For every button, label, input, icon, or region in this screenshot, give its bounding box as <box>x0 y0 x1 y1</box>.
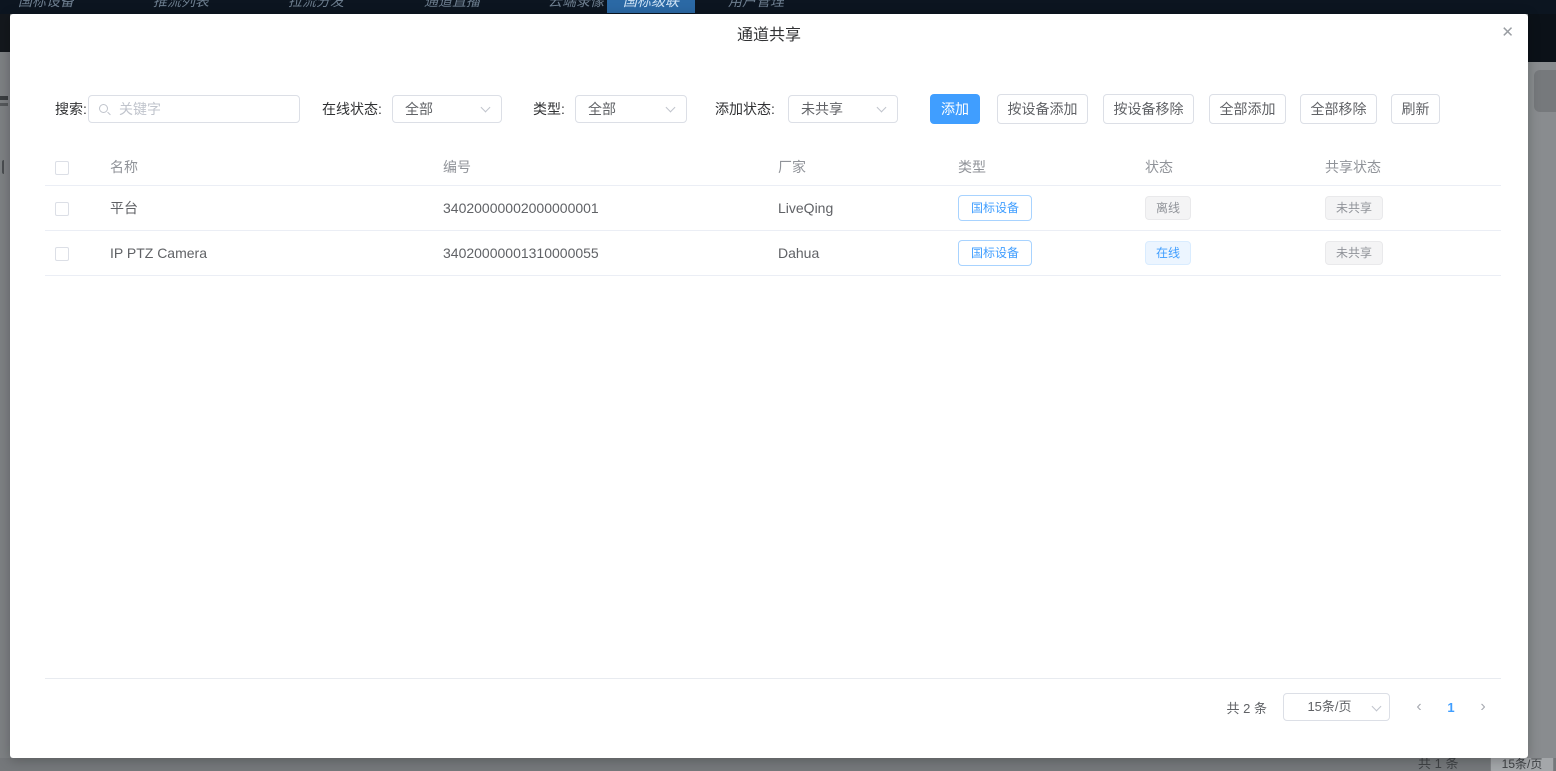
cell-code: 34020000001310000055 <box>433 245 768 261</box>
total-count: 共 2 条 <box>1227 698 1267 717</box>
background-nav-bar: 国标设备 推流列表 拉流分发 通道直播 云端录像 国标级联 用户管理 <box>0 0 1556 14</box>
cell-share: 未共享 <box>1315 196 1501 220</box>
backdrop-fragment <box>0 96 8 100</box>
backdrop-total-count: 共 1 条 <box>1418 758 1458 771</box>
search-label: 搜索: <box>55 94 87 124</box>
type-select[interactable]: 全部 <box>575 95 687 123</box>
search-icon <box>99 104 108 113</box>
online-status-label: 在线状态: <box>322 94 382 124</box>
row-select-cell <box>45 200 100 216</box>
cell-type: 国标设备 <box>948 240 1135 266</box>
table-row: 平台 34020000002000000001 LiveQing 国标设备 离线… <box>45 186 1501 231</box>
page-size-value: 15条/页 <box>1307 694 1351 720</box>
backdrop-page-size: 15条/页 <box>1490 758 1554 771</box>
cell-type: 国标设备 <box>948 195 1135 221</box>
table-header-row: 名称 编号 厂家 类型 状态 共享状态 <box>45 148 1501 186</box>
nav-tab-label: 用户管理 <box>728 0 784 11</box>
add-status-select[interactable]: 未共享 <box>788 95 898 123</box>
type-label: 类型: <box>533 94 565 124</box>
select-all-cell <box>45 158 100 174</box>
row-select-cell <box>45 245 100 261</box>
add-button[interactable]: 添加 <box>930 94 980 124</box>
nav-tab-label: 推流列表 <box>153 0 209 11</box>
backdrop-left-strip <box>0 14 10 758</box>
nav-tab[interactable]: 拉流分发 <box>288 0 344 14</box>
nav-tab-label: 云端录像 <box>548 0 604 11</box>
backdrop-fragment <box>1534 70 1556 112</box>
backdrop-bottom-strip: 共 1 条 15条/页 <box>0 758 1556 771</box>
status-badge: 在线 <box>1145 241 1191 265</box>
select-all-checkbox[interactable] <box>55 161 69 175</box>
share-status-badge: 未共享 <box>1325 241 1383 265</box>
backdrop-fragment <box>1528 14 1556 62</box>
nav-tab-label: 国标设备 <box>18 0 74 11</box>
nav-tab-label: 国标级联 <box>623 0 679 11</box>
nav-tab-label: 通道直播 <box>424 0 480 11</box>
page-size-select[interactable]: 15条/页 <box>1283 693 1390 721</box>
row-checkbox[interactable] <box>55 247 69 261</box>
row-checkbox[interactable] <box>55 202 69 216</box>
type-badge: 国标设备 <box>958 195 1032 221</box>
add-by-device-button[interactable]: 按设备添加 <box>997 94 1088 124</box>
next-page-icon[interactable]: › <box>1466 698 1500 716</box>
add-status-label: 添加状态: <box>715 94 775 124</box>
cell-name: IP PTZ Camera <box>100 245 433 261</box>
close-icon[interactable]: ✕ <box>1501 23 1514 43</box>
filter-toolbar: 搜索: 在线状态: 全部 类型: 全部 添加状态: 未共享 添加 按设备添加 按… <box>10 94 1528 124</box>
search-input-wrap <box>88 95 300 123</box>
col-header-share: 共享状态 <box>1315 157 1501 177</box>
refresh-button[interactable]: 刷新 <box>1391 94 1440 124</box>
nav-tab-label: 拉流分发 <box>288 0 344 11</box>
backdrop-fragment <box>0 103 8 106</box>
search-input[interactable] <box>89 96 299 122</box>
backdrop-right-strip <box>1528 14 1556 758</box>
col-header-vendor: 厂家 <box>768 157 948 177</box>
nav-tab[interactable]: 推流列表 <box>153 0 209 14</box>
nav-tab[interactable]: 用户管理 <box>728 0 784 14</box>
cell-status: 在线 <box>1135 241 1315 265</box>
type-badge: 国标设备 <box>958 240 1032 266</box>
cell-share: 未共享 <box>1315 241 1501 265</box>
col-header-name: 名称 <box>100 157 433 177</box>
backdrop-fragment <box>0 14 10 52</box>
col-header-code: 编号 <box>433 157 768 177</box>
remove-all-button[interactable]: 全部移除 <box>1300 94 1377 124</box>
backdrop-pagination-fragment: 共 1 条 15条/页 <box>1408 758 1556 771</box>
status-badge: 离线 <box>1145 196 1191 220</box>
online-status-select[interactable]: 全部 <box>392 95 502 123</box>
prev-page-icon[interactable]: ‹ <box>1402 698 1436 716</box>
chevron-down-icon <box>1372 702 1382 712</box>
cell-vendor: Dahua <box>768 245 948 261</box>
cell-vendor: LiveQing <box>768 200 948 216</box>
cell-name: 平台 <box>100 198 433 218</box>
dialog-title: 通道共享 <box>10 26 1528 46</box>
channel-share-dialog: 通道共享 ✕ 搜索: 在线状态: 全部 类型: 全部 添加状态: 未共享 添加 … <box>10 14 1528 758</box>
share-status-badge: 未共享 <box>1325 196 1383 220</box>
remove-by-device-button[interactable]: 按设备移除 <box>1103 94 1194 124</box>
nav-tab[interactable]: 云端录像 <box>548 0 604 14</box>
page-number[interactable]: 1 <box>1436 700 1466 715</box>
cell-code: 34020000002000000001 <box>433 200 768 216</box>
nav-tab[interactable]: 通道直播 <box>424 0 480 14</box>
pagination: 共 2 条 15条/页 ‹ 1 › <box>1227 679 1500 735</box>
cell-status: 离线 <box>1135 196 1315 220</box>
nav-tab[interactable]: 国标设备 <box>18 0 74 14</box>
backdrop-fragment <box>2 160 6 174</box>
col-header-status: 状态 <box>1135 157 1315 177</box>
col-header-type: 类型 <box>948 157 1135 177</box>
table-row: IP PTZ Camera 34020000001310000055 Dahua… <box>45 231 1501 276</box>
backdrop-page-size-label: 15条/页 <box>1502 758 1543 771</box>
add-all-button[interactable]: 全部添加 <box>1209 94 1286 124</box>
channel-table: 名称 编号 厂家 类型 状态 共享状态 平台 34020000002000000… <box>45 148 1501 276</box>
nav-tab-active[interactable]: 国标级联 <box>607 0 695 13</box>
